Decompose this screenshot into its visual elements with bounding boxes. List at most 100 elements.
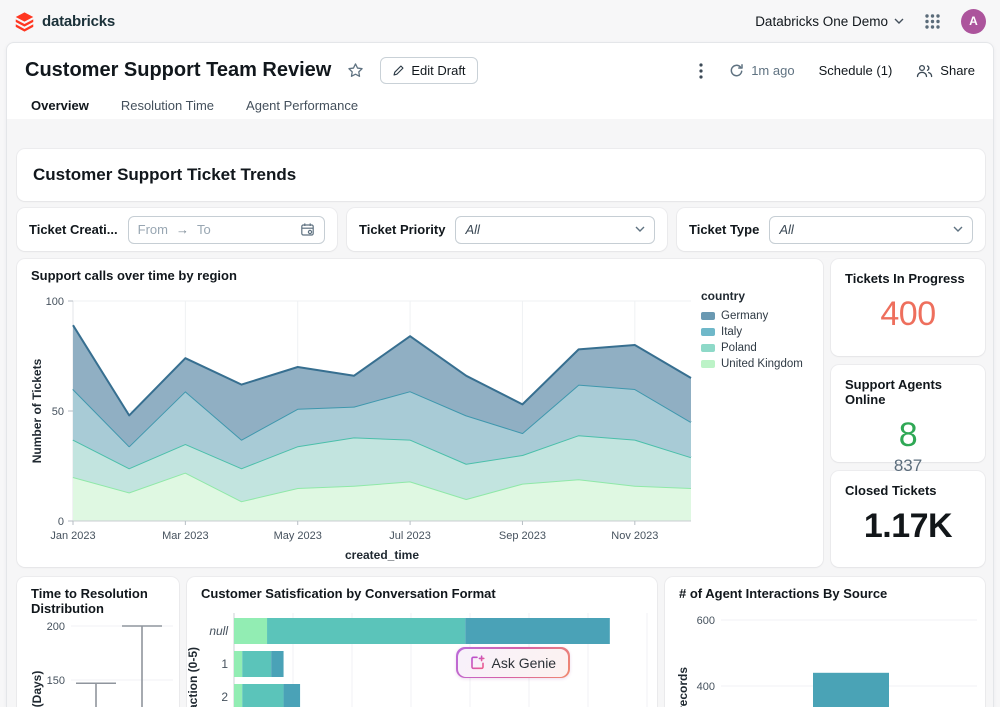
legend-item-poland[interactable]: Poland — [701, 340, 819, 356]
filter-label: Ticket Priority — [359, 222, 445, 237]
workspace-switcher[interactable]: Databricks One Demo — [755, 14, 904, 29]
share-button[interactable]: Share — [916, 63, 975, 78]
chart-title: Support calls over time by region — [31, 268, 237, 283]
chart-title: Time to Resolution Distribution — [31, 586, 179, 616]
filter-label: Ticket Type — [689, 222, 759, 237]
kebab-icon — [699, 63, 703, 79]
share-label: Share — [940, 63, 975, 78]
legend-swatch — [701, 328, 715, 336]
selected-value: All — [779, 222, 793, 237]
svg-text:null: null — [209, 624, 228, 638]
edit-draft-button[interactable]: Edit Draft — [380, 57, 477, 84]
filter-ticket-type: Ticket Type All — [677, 208, 985, 251]
svg-text:Nov 2023: Nov 2023 — [611, 530, 658, 542]
kpi-tickets-in-progress: Tickets In Progress 400 — [831, 259, 985, 356]
kpi-value: 400 — [831, 295, 985, 334]
svg-text:records: records — [676, 667, 690, 707]
page-title: Customer Support Team Review — [25, 59, 331, 82]
star-icon — [347, 62, 364, 79]
schedule-button[interactable]: Schedule (1) — [819, 63, 893, 78]
dashboard-card: Customer Support Team Review Edit Draft — [6, 42, 994, 707]
legend-swatch — [701, 344, 715, 352]
date-range-input[interactable]: From → To — [128, 216, 325, 244]
svg-text:1: 1 — [221, 657, 228, 671]
legend-label: Poland — [721, 340, 757, 356]
pencil-icon — [392, 64, 405, 77]
svg-text:150: 150 — [47, 675, 65, 687]
top-bar: databricks Databricks One Demo — [0, 0, 1000, 42]
time-to-resolution-widget: 150 200 (Days) Time to Resolution Distribu… — [17, 577, 179, 707]
legend-label: Germany — [721, 308, 768, 324]
svg-text:created_time: created_time — [345, 548, 419, 562]
kpi-title: Tickets In Progress — [831, 259, 985, 286]
date-range-arrow: → — [176, 222, 189, 237]
svg-text:May 2023: May 2023 — [274, 530, 322, 542]
filter-ticket-priority: Ticket Priority All — [347, 208, 667, 251]
kebab-menu-button[interactable] — [697, 61, 705, 81]
svg-text:Jan 2023: Jan 2023 — [50, 530, 95, 542]
section-title: Customer Support Ticket Trends — [33, 165, 296, 185]
kpi-title: Closed Tickets — [831, 471, 985, 498]
ticket-priority-select[interactable]: All — [455, 216, 655, 244]
section-title-widget: Customer Support Ticket Trends — [17, 149, 985, 201]
legend-title: country — [701, 289, 819, 303]
chevron-down-icon — [894, 18, 904, 25]
svg-text:2: 2 — [221, 690, 228, 704]
svg-text:Sep 2023: Sep 2023 — [499, 530, 546, 542]
chart-title: Customer Satisfication by Conversation F… — [201, 586, 496, 601]
date-to-placeholder: To — [197, 222, 211, 237]
svg-text:100: 100 — [46, 296, 64, 308]
ask-genie-button[interactable]: Ask Genie — [456, 647, 570, 678]
svg-text:600: 600 — [697, 615, 715, 627]
favorite-star-button[interactable] — [345, 60, 366, 81]
kpi-title: Support Agents Online — [831, 365, 985, 407]
edit-draft-label: Edit Draft — [411, 63, 465, 78]
chart-legend: country Germany Italy Poland — [701, 289, 819, 372]
support-calls-widget: Support calls over time by region 0 50 100… — [17, 259, 823, 567]
ask-genie-label: Ask Genie — [492, 655, 557, 671]
refresh-control[interactable]: 1m ago — [729, 63, 794, 78]
databricks-dashboard-app: databricks Databricks One Demo — [0, 0, 1000, 707]
refresh-icon — [729, 63, 744, 78]
avatar[interactable]: A — [961, 9, 986, 34]
legend-label: United Kingdom — [721, 356, 803, 372]
legend-swatch — [701, 360, 715, 368]
svg-text:Mar 2023: Mar 2023 — [162, 530, 208, 542]
share-people-icon — [916, 64, 933, 78]
svg-text:50: 50 — [52, 406, 64, 418]
avatar-initial: A — [969, 14, 978, 28]
svg-text:200: 200 — [47, 621, 65, 633]
legend-label: Italy — [721, 324, 742, 340]
last-refresh-label: 1m ago — [751, 63, 794, 78]
grid-icon — [924, 13, 941, 30]
support-calls-area-chart: 0 50 100 Jan 2023 Mar 2023 May 2023 Jul 2023 Se… — [29, 289, 697, 570]
databricks-logo-icon — [14, 11, 35, 32]
calendar-icon — [300, 222, 315, 237]
header-actions: 1m ago Schedule (1) Share — [697, 61, 975, 81]
databricks-logo[interactable]: databricks — [14, 11, 115, 32]
legend-item-germany[interactable]: Germany — [701, 308, 819, 324]
chevron-down-icon — [953, 226, 963, 233]
customer-satisfaction-widget: null 1 2 faction (0-5) Customer Satisficati… — [187, 577, 657, 707]
kpi-value: 8 — [831, 416, 985, 455]
ticket-type-select[interactable]: All — [769, 216, 973, 244]
topbar-right: Databricks One Demo A — [755, 9, 986, 34]
workspace-name: Databricks One Demo — [755, 14, 888, 29]
kpi-value: 1.17K — [831, 507, 985, 546]
filter-label: Ticket Creati... — [29, 222, 118, 237]
legend-swatch — [701, 312, 715, 320]
app-grid-button[interactable] — [922, 11, 943, 32]
legend-item-italy[interactable]: Italy — [701, 324, 819, 340]
chart-title: # of Agent Interactions By Source — [679, 586, 887, 601]
dashboard-canvas: Customer Support Ticket Trends Ticket Cr… — [7, 119, 993, 707]
svg-text:Number of Tickets: Number of Tickets — [30, 358, 44, 463]
genie-icon — [470, 655, 485, 670]
svg-text:(Days): (Days) — [30, 671, 44, 707]
svg-text:faction (0-5): faction (0-5) — [187, 647, 200, 707]
svg-text:Jul 2023: Jul 2023 — [389, 530, 431, 542]
svg-text:0: 0 — [58, 516, 64, 528]
legend-item-united-kingdom[interactable]: United Kingdom — [701, 356, 819, 372]
agent-interactions-widget: 600400records # of Agent Interactions By… — [665, 577, 985, 707]
logo-wordmark: databricks — [42, 13, 115, 30]
date-from-placeholder: From — [138, 222, 168, 237]
